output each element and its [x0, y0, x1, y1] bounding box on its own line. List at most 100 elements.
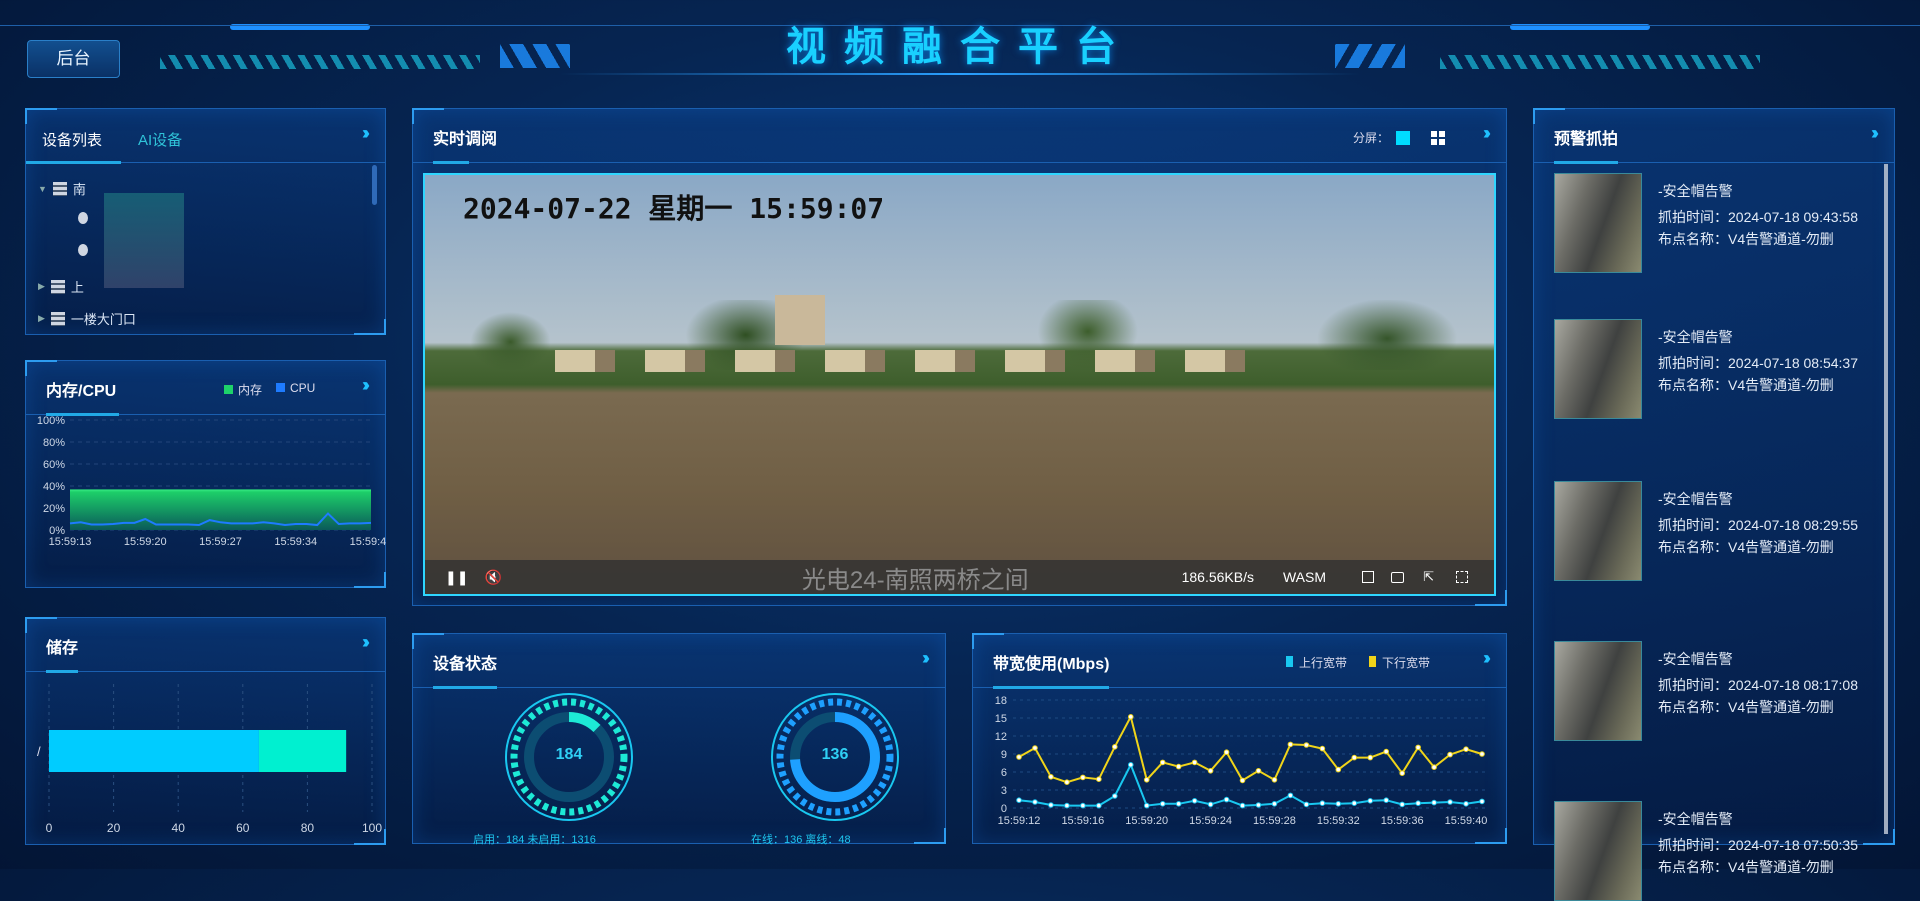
x-tick-label: 20: [107, 821, 121, 835]
alert-thumbnail[interactable]: [1554, 640, 1642, 741]
panel-title: 设备状态: [433, 656, 498, 673]
alert-type: -安全帽告警: [1658, 650, 1733, 667]
storage-bar-segment: [49, 730, 259, 772]
x-tick-label: 0: [46, 821, 53, 835]
data-point: [1415, 744, 1421, 751]
alert-item[interactable]: -安全帽告警 抓拍时间：2024-07-18 08:17:08 布点名称：V4告…: [1554, 640, 1920, 741]
data-point: [1287, 741, 1294, 748]
server-icon: [52, 181, 67, 196]
data-point: [1080, 802, 1086, 809]
title-underline: [433, 161, 469, 164]
panel-title: 带宽使用(Mbps): [993, 656, 1110, 673]
y-tick-label: 60%: [43, 459, 65, 471]
caret-right-icon: ▶: [38, 281, 45, 291]
data-point: [1048, 774, 1054, 780]
x-tick-label: 15:59:41: [350, 536, 387, 548]
data-point: [1032, 745, 1038, 751]
x-tick-label: 15:59:24: [1189, 815, 1232, 827]
tree-node-group[interactable]: ▶ 一楼大门口: [38, 309, 136, 328]
scrollbar[interactable]: [372, 165, 377, 205]
alert-item[interactable]: -安全帽告警 抓拍时间：2024-07-18 09:43:58 布点名称：V4告…: [1554, 172, 1920, 273]
category-label: /: [37, 744, 41, 759]
device-list-panel: 设备列表 AI设备 ››› ▼ 南 ▶ 上 ▶ 一楼大门口: [25, 108, 386, 335]
ptz-icon[interactable]: ⇱: [1423, 569, 1434, 585]
x-tick-label: 15:59:20: [1125, 815, 1168, 827]
mute-icon[interactable]: 🔇: [484, 569, 501, 586]
x-tick-label: 100: [362, 821, 382, 835]
camera-icon: [78, 244, 88, 256]
alert-type: -安全帽告警: [1658, 490, 1733, 507]
storage-chart: 0 20 40 60 80 100 /: [37, 684, 382, 835]
data-point: [1335, 766, 1342, 773]
record-icon[interactable]: [1391, 571, 1404, 583]
chevrons-icon[interactable]: ›››: [1483, 648, 1491, 669]
x-tick-label: 60: [236, 821, 250, 835]
tree-node-camera[interactable]: [78, 212, 88, 224]
tree-node-group[interactable]: ▼ 南: [38, 179, 86, 198]
bandwidth-panel: 带宽使用(Mbps) 上行宽带 下行宽带 ››› 18 15 12 9 6 3 0 15:59…: [972, 633, 1507, 844]
chevrons-icon[interactable]: ›››: [362, 123, 370, 144]
data-point: [1383, 748, 1390, 755]
quad-screen-icon[interactable]: [1431, 131, 1445, 145]
data-point: [1111, 744, 1118, 750]
alert-item[interactable]: -安全帽告警 抓拍时间：2024-07-18 08:29:55 布点名称：V4告…: [1554, 480, 1920, 581]
data-point: [1127, 762, 1134, 768]
x-tick-label: 15:59:13: [49, 536, 92, 548]
snapshot-icon[interactable]: [1362, 571, 1374, 583]
bitrate: 186.56KB/s: [1181, 569, 1254, 585]
chevrons-icon[interactable]: ›››: [922, 648, 930, 669]
y-tick-label: 6: [1001, 767, 1007, 779]
alert-thumbnail[interactable]: [1554, 172, 1642, 273]
data-point: [1159, 801, 1166, 807]
online-summary: 在线：136 离线：48: [751, 834, 851, 846]
single-screen-icon[interactable]: [1396, 131, 1410, 145]
data-point: [1431, 799, 1437, 806]
server-icon: [50, 311, 65, 326]
caret-down-icon: ▼: [38, 183, 47, 194]
data-point: [1016, 754, 1022, 760]
blurred-region: [104, 193, 184, 288]
x-tick-label: 15:59:16: [1061, 815, 1104, 827]
chevrons-icon[interactable]: ›››: [362, 375, 370, 396]
y-tick-label: 0: [1001, 803, 1007, 815]
data-point: [1287, 792, 1294, 799]
alert-item[interactable]: -安全帽告警 抓拍时间：2024-07-18 07:50:35 布点名称：V4告…: [1554, 800, 1920, 901]
online-count: 136: [821, 746, 849, 763]
alert-thumbnail[interactable]: [1554, 319, 1642, 419]
alert-thumbnail[interactable]: [1554, 480, 1642, 581]
x-tick-label: 15:59:27: [199, 536, 242, 548]
data-point: [1319, 800, 1326, 806]
x-tick-label: 15:59:34: [274, 536, 317, 548]
data-point: [1064, 779, 1070, 785]
panel-title: 储存: [46, 640, 79, 657]
device-status-panel: 设备状态 ››› 启用：184 未启用：1316 在线：136 离线：48 18…: [412, 633, 946, 846]
alert-site: 布点名称：V4告警通道-勿删: [1658, 698, 1834, 715]
chevrons-icon[interactable]: ›››: [1483, 123, 1491, 144]
storage-panel: 储存 ››› 0 20 40 60 80 100 /: [25, 617, 386, 845]
fullscreen-icon[interactable]: [1456, 571, 1468, 583]
chevrons-icon[interactable]: ›››: [1871, 123, 1879, 144]
y-tick-label: 100%: [37, 415, 65, 427]
tab-device-list[interactable]: 设备列表: [42, 129, 102, 150]
pause-icon[interactable]: ❚❚: [445, 569, 468, 586]
tree-node-group[interactable]: ▶ 上: [38, 277, 84, 296]
back-office-button[interactable]: 后台: [27, 40, 120, 78]
alert-site: 布点名称：V4告警通道-勿删: [1658, 538, 1834, 555]
mem-cpu-chart: 100%80%60%40%20%0%15:59:13 15:59:20 15:59:…: [37, 415, 387, 548]
alert-item[interactable]: -安全帽告警 抓拍时间：2024-07-18 08:54:37 布点名称：V4告…: [1554, 319, 1920, 419]
tree-node-camera[interactable]: [78, 244, 88, 256]
x-tick-label: 15:59:40: [1445, 815, 1488, 827]
video-player[interactable]: 2024-07-22 星期一 15:59:07 ❚❚ 🔇 光电24-南照两桥之间…: [423, 173, 1496, 596]
data-point: [1399, 770, 1405, 776]
data-point: [1239, 802, 1246, 809]
alert-type: -安全帽告警: [1658, 182, 1733, 199]
tab-ai-devices[interactable]: AI设备: [138, 129, 182, 150]
alert-time: 抓拍时间：2024-07-18 08:54:37: [1658, 355, 1858, 371]
y-tick-label: 80%: [43, 437, 65, 449]
chevrons-icon[interactable]: ›››: [362, 632, 370, 653]
data-point: [1127, 714, 1134, 720]
data-point: [1223, 749, 1230, 755]
alert-thumbnail[interactable]: [1554, 800, 1642, 901]
data-point: [1367, 754, 1374, 761]
data-point: [1032, 799, 1038, 805]
